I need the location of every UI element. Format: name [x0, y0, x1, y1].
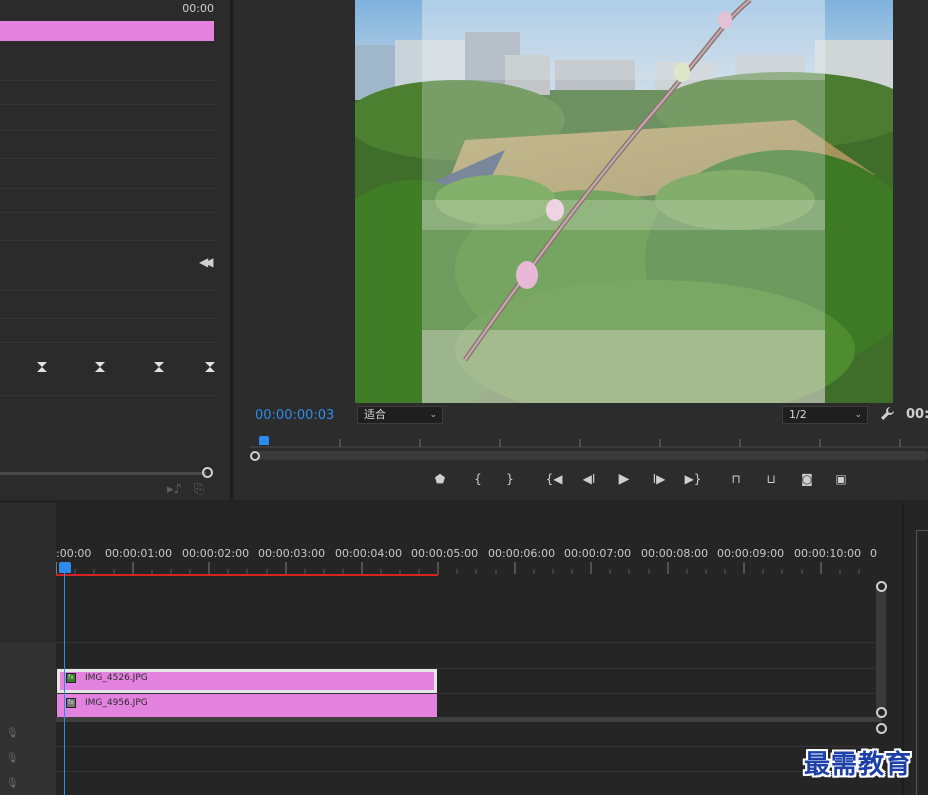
microphone-icon[interactable]: 🎙: [6, 728, 19, 739]
resolution-select-value: 1/2: [789, 408, 807, 421]
microphone-icon[interactable]: 🎙: [6, 753, 19, 764]
zoom-scrollbar-handle[interactable]: [202, 467, 213, 478]
row-divider: [0, 104, 216, 105]
go-to-out-button[interactable]: ▶}: [681, 468, 705, 490]
ruler-label: 00:00:01:00: [105, 547, 173, 560]
track-divider: [56, 642, 876, 643]
keyframe-icon[interactable]: [153, 361, 165, 373]
zoom-select-value: 适合: [364, 408, 386, 421]
settings-wrench-icon[interactable]: [880, 406, 895, 421]
compare-view-icon: ▣: [835, 472, 847, 486]
row-divider: [0, 130, 216, 131]
step-back-button[interactable]: ◀I: [577, 468, 601, 490]
row-divider: [0, 212, 216, 213]
program-playhead[interactable]: [259, 436, 269, 445]
lift-icon: ⊓: [731, 472, 741, 486]
scrollbar-handle[interactable]: [876, 581, 887, 592]
export-frame-button[interactable]: ◙: [795, 468, 819, 490]
ruler-label: 00:00:09:00: [717, 547, 785, 560]
ruler-label: :00:00: [56, 547, 92, 560]
playhead-line: [64, 573, 65, 795]
row-divider: [0, 240, 216, 241]
row-divider: [0, 318, 216, 319]
keyframe-icon[interactable]: [204, 361, 216, 373]
lift-button[interactable]: ⊓: [724, 468, 748, 490]
keyframe-icon[interactable]: [36, 361, 48, 373]
program-duration: 00:: [906, 407, 928, 422]
play-icon: ▶: [618, 471, 630, 487]
fx-badge-icon: fx: [66, 673, 76, 683]
extract-icon: ⊔: [766, 472, 776, 486]
clip-name: IMG_4526.JPG: [85, 673, 148, 683]
fx-badge-icon: fx: [66, 698, 76, 708]
mark-out-button[interactable]: }: [498, 468, 522, 490]
ruler-label: 00:00:10:00: [794, 547, 862, 560]
go-to-in-icon: {◀: [545, 472, 563, 486]
zoom-scrollbar[interactable]: [0, 472, 206, 475]
clip-name: IMG_4956.JPG: [85, 698, 148, 708]
program-timecode[interactable]: 00:00:00:03: [255, 408, 334, 423]
track-headers-lower: [0, 643, 56, 795]
step-forward-button[interactable]: I▶: [647, 468, 671, 490]
ruler-label: 00:00:02:00: [182, 547, 250, 560]
ruler-label: 00:00:05:00: [411, 547, 479, 560]
program-zoom-handle[interactable]: [250, 451, 260, 461]
audio-icon[interactable]: ▸♪: [167, 482, 182, 497]
timeline-clip[interactable]: fx IMG_4956.JPG: [57, 694, 437, 718]
program-zoom-bar[interactable]: [255, 451, 928, 460]
effect-controls-panel: [0, 0, 232, 500]
program-mini-ruler[interactable]: [250, 434, 928, 448]
render-status-bar: [56, 574, 438, 576]
mark-in-button[interactable]: {: [466, 468, 490, 490]
ruler-label: 00:00:03:00: [258, 547, 326, 560]
rewind-icon[interactable]: ◀◀: [199, 255, 214, 269]
row-divider: [0, 290, 216, 291]
extract-button[interactable]: ⊔: [759, 468, 783, 490]
row-divider: [0, 80, 216, 81]
program-preview: [355, 0, 893, 403]
step-forward-icon: I▶: [652, 472, 666, 486]
ruler-label: 00:00:04:00: [335, 547, 403, 560]
ruler-label: 00:00:06:00: [488, 547, 556, 560]
scrollbar-handle[interactable]: [876, 707, 887, 718]
export-icon[interactable]: ⎘: [194, 482, 204, 497]
step-back-icon: ◀I: [582, 472, 596, 486]
scrollbar-handle[interactable]: [876, 723, 887, 734]
go-to-in-button[interactable]: {◀: [542, 468, 566, 490]
camera-icon: ◙: [801, 472, 813, 486]
timeline-clip[interactable]: fx IMG_4526.JPG: [57, 669, 437, 693]
source-timecode: 00:00: [182, 2, 214, 15]
row-divider: [0, 158, 216, 159]
microphone-icon[interactable]: 🎙: [6, 778, 19, 789]
side-panel-frame: [916, 530, 928, 795]
ruler-ticks: [56, 562, 860, 574]
ruler-label: 00:00:08:00: [641, 547, 709, 560]
track-divider: [56, 746, 876, 747]
add-marker-icon: ⬟: [434, 472, 446, 486]
resolution-select[interactable]: 1/2 ⌄: [782, 406, 868, 424]
timeline-vertical-scrollbar[interactable]: [876, 583, 886, 715]
keyframe-icon[interactable]: [94, 361, 106, 373]
row-divider: [0, 342, 216, 343]
ruler-label: 0: [870, 547, 877, 560]
compare-view-button[interactable]: ▣: [829, 468, 853, 490]
track-divider: [56, 771, 876, 772]
ruler-label: 00:00:07:00: [564, 547, 632, 560]
chevron-down-icon: ⌄: [854, 410, 862, 420]
play-button[interactable]: ▶: [612, 468, 636, 490]
add-marker-button[interactable]: ⬟: [428, 468, 452, 490]
zoom-select[interactable]: 适合 ⌄: [357, 406, 443, 424]
timeline-ruler[interactable]: :00:00 00:00:01:00 00:00:02:00 00:00:03:…: [56, 547, 877, 561]
row-divider: [0, 188, 216, 189]
go-to-out-icon: ▶}: [684, 472, 702, 486]
mark-in-icon: {: [474, 472, 482, 486]
row-divider: [0, 395, 216, 396]
video-audio-divider[interactable]: [56, 717, 882, 722]
chevron-down-icon: ⌄: [429, 410, 437, 420]
effect-clip-bar[interactable]: [0, 21, 214, 41]
mark-out-icon: }: [506, 472, 514, 486]
timeline-playhead[interactable]: [59, 562, 71, 573]
watermark-logo: 最需教育: [804, 750, 913, 780]
